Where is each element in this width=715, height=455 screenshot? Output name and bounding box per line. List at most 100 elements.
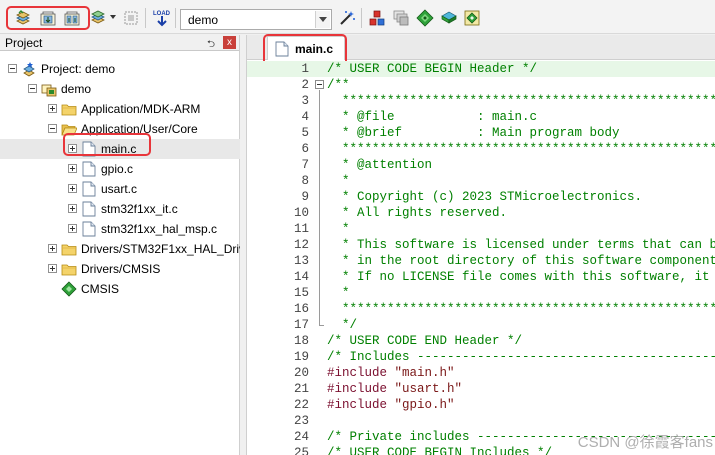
batch-build-dropdown-icon[interactable] bbox=[110, 15, 116, 19]
tree-item[interactable]: stm32f1xx_hal_msp.c bbox=[0, 219, 240, 239]
toolbar-separator bbox=[361, 8, 362, 28]
line-number: 24 bbox=[293, 430, 309, 444]
code-text: /* Includes ----------------------------… bbox=[327, 350, 715, 364]
tree-item-label: stm32f1xx_hal_msp.c bbox=[101, 222, 218, 236]
code-text: #include "usart.h" bbox=[327, 381, 462, 397]
preprocessor-directive: #include bbox=[327, 398, 395, 412]
tree-item[interactable]: Drivers/STM32F1xx_HAL_Driver bbox=[0, 239, 240, 259]
build-icon bbox=[40, 11, 56, 26]
tab-main-c[interactable]: main.c bbox=[267, 36, 345, 60]
options-for-target-button[interactable] bbox=[336, 7, 358, 29]
editor-pane: main.c 1 /* USER CODE BEGIN Header */ 2 /**… bbox=[246, 34, 715, 455]
code-line: 1 /* USER CODE BEGIN Header */ bbox=[247, 61, 715, 77]
pack-installer-button[interactable] bbox=[438, 7, 460, 29]
code-line: 14 * If no LICENSE file comes with this … bbox=[247, 269, 715, 285]
target-select[interactable]: demo bbox=[180, 9, 332, 30]
folder-open-icon bbox=[61, 124, 77, 136]
code-line: 8 * bbox=[247, 173, 715, 189]
line-number: 1 bbox=[301, 62, 309, 76]
tree-item[interactable]: gpio.c bbox=[0, 159, 240, 179]
expand-icon[interactable] bbox=[68, 204, 77, 213]
tree-item[interactable]: demo bbox=[0, 79, 240, 99]
tree-item-label: Application/User/Core bbox=[81, 122, 198, 136]
code-text: ****************************************… bbox=[342, 142, 715, 156]
magic-wand-icon bbox=[340, 11, 355, 25]
tree-item[interactable]: usart.c bbox=[0, 179, 240, 199]
select-packs-button[interactable] bbox=[390, 7, 412, 29]
line-number: 16 bbox=[293, 302, 309, 316]
line-number: 17 bbox=[293, 318, 309, 332]
preprocessor-directive: #include bbox=[327, 366, 395, 380]
fold-end-marker bbox=[319, 325, 324, 326]
tree-item-label: Project: demo bbox=[41, 62, 116, 76]
code-line: 22 #include "gpio.h" bbox=[247, 397, 715, 413]
line-number: 14 bbox=[293, 270, 309, 284]
download-icon: LOAD bbox=[153, 11, 171, 27]
tree-item-label: demo bbox=[61, 82, 92, 96]
expand-icon[interactable] bbox=[48, 104, 57, 113]
file-extensions-button[interactable] bbox=[366, 7, 388, 29]
line-number: 15 bbox=[293, 286, 309, 300]
batch-build-button[interactable] bbox=[88, 7, 110, 29]
toolbar-separator bbox=[145, 8, 146, 28]
pack-box-icon bbox=[464, 10, 480, 26]
collapse-icon[interactable] bbox=[8, 64, 17, 73]
tree-item[interactable]: Drivers/CMSIS bbox=[0, 259, 240, 279]
translate-icon bbox=[16, 10, 30, 25]
ide-window: LOAD demo Project ⮌ x Project: demo demo… bbox=[0, 0, 715, 455]
project-panel: Project ⮌ x Project: demo demo Application… bbox=[0, 35, 240, 455]
line-number: 11 bbox=[293, 222, 309, 236]
collapse-icon[interactable] bbox=[28, 84, 37, 93]
manage-components-icon bbox=[369, 10, 385, 26]
tree-item[interactable]: CMSIS bbox=[0, 279, 240, 299]
translate-button[interactable] bbox=[12, 7, 34, 29]
code-text: * All rights reserved. bbox=[327, 206, 508, 220]
line-number: 4 bbox=[301, 110, 309, 124]
project-panel-title: Project bbox=[5, 36, 43, 50]
stop-build-button[interactable] bbox=[120, 7, 142, 29]
tree-item[interactable]: main.c bbox=[0, 139, 240, 159]
line-number: 5 bbox=[301, 126, 309, 140]
tree-item-label: Drivers/CMSIS bbox=[81, 262, 161, 276]
file-icon bbox=[82, 221, 96, 237]
chevron-down-icon[interactable] bbox=[315, 11, 330, 28]
include-path: "main.h" bbox=[394, 366, 455, 380]
project-tree: Project: demo demo Application/MDK-ARM Appl… bbox=[0, 51, 240, 455]
rebuild-button[interactable] bbox=[61, 7, 83, 29]
tree-item[interactable]: Application/MDK-ARM bbox=[0, 99, 240, 119]
line-number: 2 bbox=[301, 78, 309, 92]
collapse-icon[interactable] bbox=[48, 124, 57, 133]
close-panel-button[interactable]: x bbox=[223, 36, 236, 49]
code-line: 5 * @brief : Main program body bbox=[247, 125, 715, 141]
download-button[interactable]: LOAD bbox=[151, 7, 173, 29]
expand-icon[interactable] bbox=[68, 164, 77, 173]
expand-icon[interactable] bbox=[68, 184, 77, 193]
code-line: 9 * Copyright (c) 2023 STMicroelectronic… bbox=[247, 189, 715, 205]
line-number: 20 bbox=[293, 366, 309, 380]
code-text: /* USER CODE BEGIN Header */ bbox=[327, 62, 538, 76]
tree-item[interactable]: Application/User/Core bbox=[0, 119, 240, 139]
software-packs-button[interactable] bbox=[461, 7, 483, 29]
rebuild-icon bbox=[64, 11, 80, 26]
expand-icon[interactable] bbox=[68, 144, 77, 153]
tree-item-label: gpio.c bbox=[101, 162, 134, 176]
tree-item[interactable]: stm32f1xx_it.c bbox=[0, 199, 240, 219]
folder-icon bbox=[61, 264, 77, 276]
code-editor[interactable]: 1/* USER CODE BEGIN Header */2/** 3 *****… bbox=[247, 61, 715, 455]
code-text: */ bbox=[327, 318, 358, 332]
tree-item[interactable]: Project: demo bbox=[0, 59, 240, 79]
file-icon bbox=[82, 201, 96, 217]
include-path: "gpio.h" bbox=[394, 398, 455, 412]
code-text: #include "gpio.h" bbox=[327, 397, 455, 413]
code-line: 21 #include "usart.h" bbox=[247, 381, 715, 397]
expand-icon[interactable] bbox=[48, 244, 57, 253]
manage-run-time-button[interactable] bbox=[414, 7, 436, 29]
tree-item-label: main.c bbox=[101, 142, 137, 156]
build-toolbar: LOAD demo bbox=[0, 0, 715, 34]
expand-icon[interactable] bbox=[48, 264, 57, 273]
line-number: 21 bbox=[293, 382, 309, 396]
fold-toggle-icon[interactable] bbox=[315, 80, 324, 89]
build-button[interactable] bbox=[37, 7, 59, 29]
expand-icon[interactable] bbox=[68, 224, 77, 233]
code-line: 12 * This software is licensed under ter… bbox=[247, 237, 715, 253]
